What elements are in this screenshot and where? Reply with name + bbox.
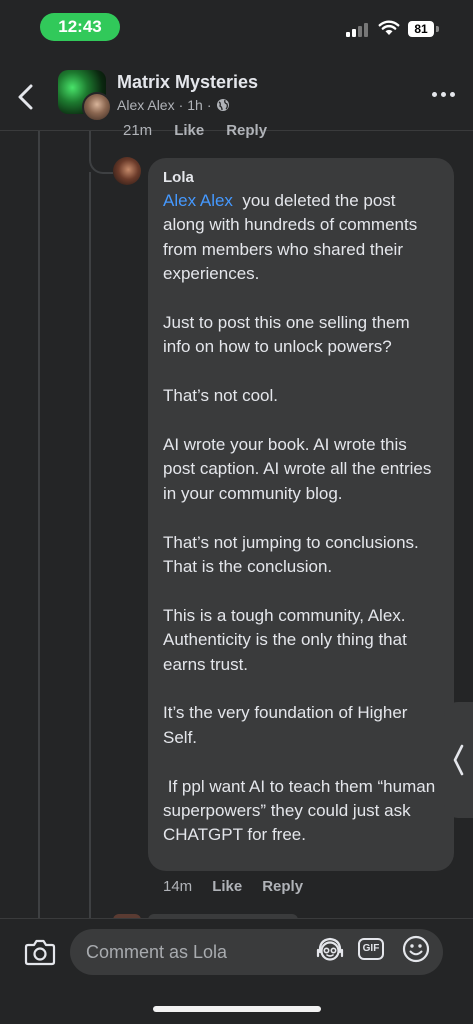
battery-tip <box>436 26 439 32</box>
comment-paragraph: That’s not jumping to conclusions. That … <box>163 532 419 577</box>
side-panel-handle[interactable] <box>444 702 473 818</box>
comment-input[interactable]: Comment as Lola <box>70 929 443 975</box>
like-link[interactable]: Like <box>212 878 242 895</box>
post-age: 1h <box>187 97 203 113</box>
avatar-sticker-icon[interactable] <box>315 936 345 964</box>
reply-connector <box>89 150 113 174</box>
previous-comment-meta: 21m Like Reply <box>123 122 267 139</box>
commenter-avatar[interactable] <box>113 157 141 185</box>
comment-time: 14m <box>163 878 193 895</box>
status-bar: 12:43 81 <box>0 0 473 52</box>
comment-paragraph: This is a tough community, Alex. Authent… <box>163 605 407 674</box>
more-icon[interactable] <box>432 92 455 97</box>
status-time: 12:43 <box>40 13 120 41</box>
comment-paragraph: That’s not cool. <box>163 386 278 406</box>
thread-line <box>38 131 40 918</box>
post-subtitle: Alex Alex · 1h · <box>117 97 230 113</box>
like-link[interactable]: Like <box>174 122 204 139</box>
comment-paragraph: It’s the very foundation of Higher Self. <box>163 703 408 747</box>
author-avatar[interactable] <box>82 92 112 122</box>
gif-icon[interactable]: GIF <box>358 938 384 960</box>
comment-paragraph: Just to post this one selling them info … <box>163 313 410 357</box>
comment-text: Alex Alex you deleted the post along wit… <box>163 189 440 848</box>
emoji-icon[interactable] <box>402 935 430 963</box>
camera-icon[interactable] <box>24 938 56 966</box>
chevron-left-icon[interactable] <box>16 84 36 110</box>
comment-paragraph: AI wrote your book. AI wrote this post c… <box>163 435 432 503</box>
group-name[interactable]: Matrix Mysteries <box>117 72 258 93</box>
comment-bubble[interactable]: Lola Alex Alex you deleted the post alon… <box>148 158 454 871</box>
comment-time: 21m <box>123 122 153 139</box>
comment-paragraph: If ppl want AI to teach them “human supe… <box>163 776 440 845</box>
thread-line <box>89 172 91 918</box>
comment-author[interactable]: Lola <box>163 169 440 186</box>
globe-icon <box>216 99 229 111</box>
separator: · <box>178 97 184 113</box>
post-header: Matrix Mysteries Alex Alex · 1h · <box>0 60 473 131</box>
mention-link[interactable]: Alex Alex <box>163 191 233 210</box>
reply-link[interactable]: Reply <box>226 122 267 139</box>
signal-icon <box>346 21 370 37</box>
wifi-icon <box>378 20 400 35</box>
post-author[interactable]: Alex Alex <box>117 97 175 113</box>
comment-meta: 14m Like Reply <box>163 878 303 895</box>
battery-indicator: 81 <box>408 21 434 37</box>
chevron-left-icon <box>453 744 464 776</box>
home-indicator <box>153 1006 321 1012</box>
separator: · <box>206 97 212 113</box>
reply-link[interactable]: Reply <box>262 878 303 895</box>
